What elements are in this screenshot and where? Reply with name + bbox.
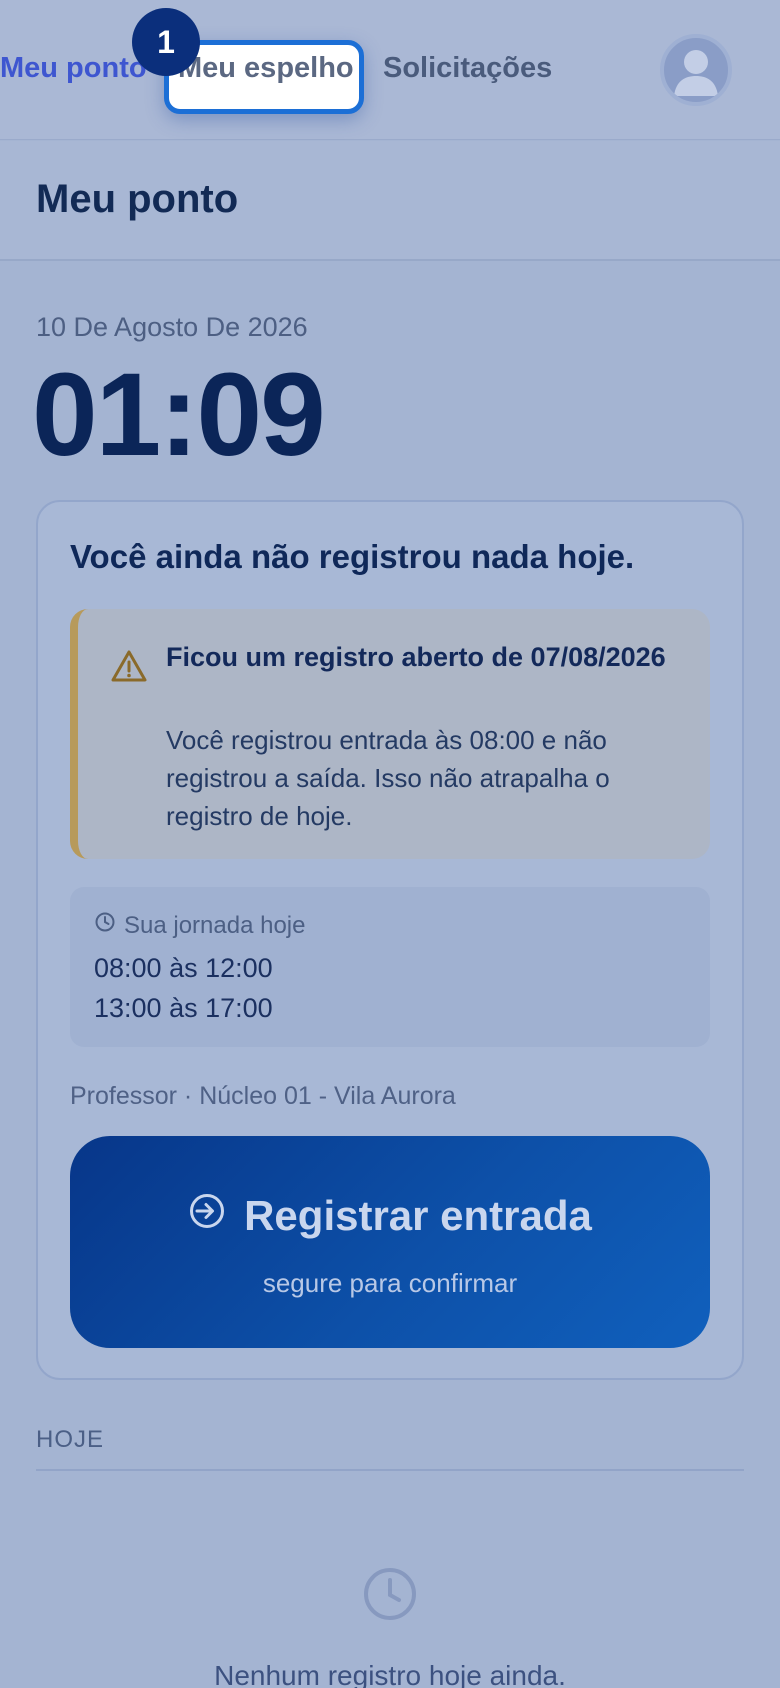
clock-icon <box>94 911 116 940</box>
current-date: 10 De Agosto De 2026 <box>36 312 308 342</box>
top-nav: Meu ponto Meu espelho Solicitações 1 <box>0 0 780 140</box>
step-badge: 1 <box>132 8 200 76</box>
journey-heading-label: Sua jornada hoje <box>124 911 306 939</box>
register-entry-sublabel: segure para confirmar <box>262 1268 518 1298</box>
register-entry-main: Registrar entrada <box>70 1192 710 1240</box>
sign-in-icon <box>188 1192 226 1240</box>
register-entry-button[interactable]: Registrar entrada segure para confirmar <box>70 1136 710 1348</box>
divider <box>36 1469 744 1471</box>
today-section-label: HOJE <box>36 1426 105 1453</box>
nav-tab-meu-ponto[interactable]: Meu ponto <box>0 52 147 85</box>
page-header: Meu ponto <box>0 141 780 261</box>
user-avatar-icon[interactable] <box>660 34 732 106</box>
current-time: 01:09 <box>32 349 326 481</box>
empty-state-text: Nenhum registro hoje ainda. <box>214 1660 566 1688</box>
register-entry-label: Registrar entrada <box>244 1192 592 1239</box>
warning-title: Ficou um registro aberto de 07/08/2026 <box>166 642 666 672</box>
nav-tab-solicitacoes[interactable]: Solicitações <box>383 52 552 85</box>
journey-panel: Sua jornada hoje 08:00 às 12:00 13:00 às… <box>70 887 710 1047</box>
open-record-warning: Ficou um registro aberto de 07/08/2026 V… <box>70 609 710 859</box>
nav-tab-meu-espelho[interactable]: Meu espelho <box>178 52 354 85</box>
clock-icon <box>362 1566 418 1627</box>
warning-text: Você registrou entrada às 08:00 e não re… <box>166 725 610 831</box>
page-title: Meu ponto <box>36 177 239 221</box>
journey-heading: Sua jornada hoje <box>94 911 305 940</box>
warning-triangle-icon <box>110 649 148 688</box>
status-card: Você ainda não registrou nada hoje. Fico… <box>36 500 744 1380</box>
journey-shift: 13:00 às 17:00 <box>94 993 273 1023</box>
journey-shift: 08:00 às 12:00 <box>94 953 273 983</box>
card-title: Você ainda não registrou nada hoje. <box>70 538 635 575</box>
role-location: Professor · Núcleo 01 - Vila Aurora <box>70 1082 456 1110</box>
